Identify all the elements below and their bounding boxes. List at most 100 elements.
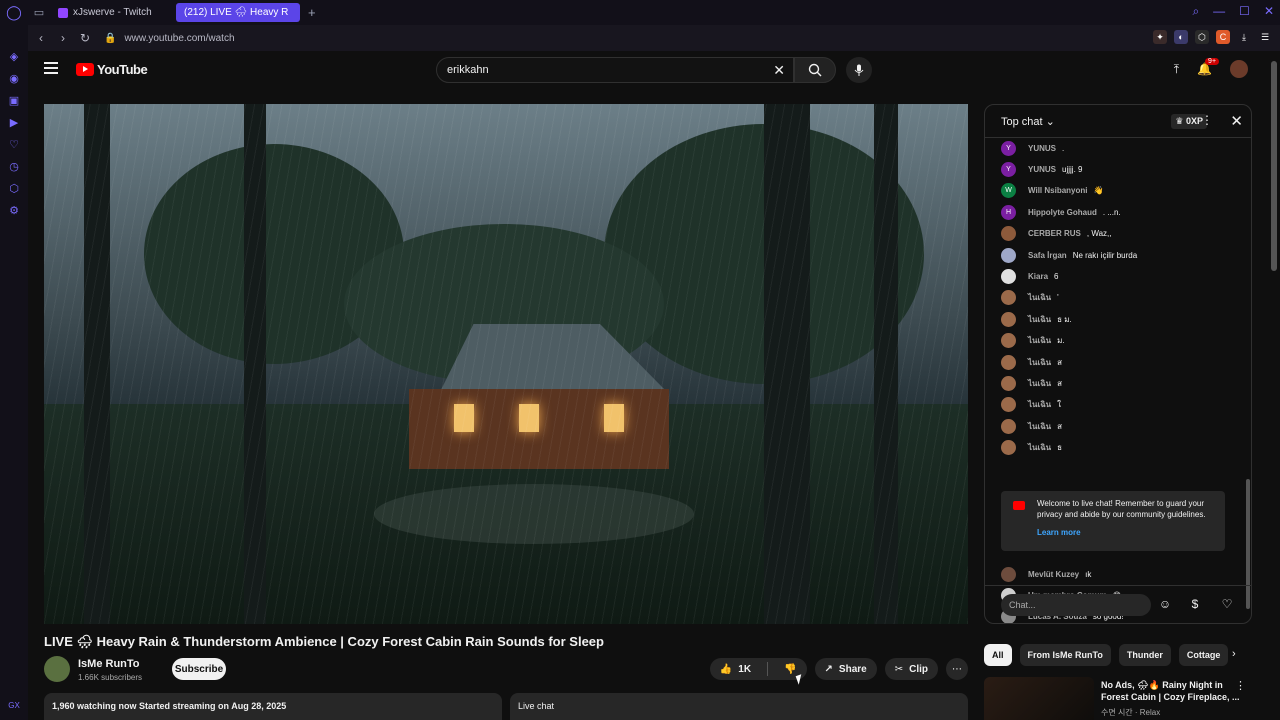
chat-message[interactable]: ไนเฉิน ส — [1001, 375, 1062, 391]
chat-author-name[interactable]: ไนเฉิน — [1028, 398, 1051, 411]
chat-author-name[interactable]: ไนเฉิน — [1028, 420, 1051, 433]
chat-author-name[interactable]: ไนเฉิน — [1028, 291, 1051, 304]
twitch-icon[interactable]: ▣ — [8, 95, 20, 107]
account-avatar[interactable] — [1230, 60, 1248, 78]
messenger-icon[interactable]: ◉ — [8, 73, 20, 85]
youtube-logo[interactable]: YouTube — [76, 62, 148, 77]
tab-youtube[interactable]: (212) LIVE 🌧 Heavy R — [28, 3, 300, 61]
chat-input[interactable]: Chat... — [1001, 594, 1151, 616]
learn-more-link[interactable]: Learn more — [1037, 527, 1217, 538]
chat-author-name[interactable]: YUNUS — [1028, 144, 1056, 153]
chat-author-avatar[interactable]: W — [1001, 183, 1016, 199]
chat-author-name[interactable]: ไนเฉิน — [1028, 334, 1051, 347]
chat-author-name[interactable]: Kiara — [1028, 272, 1048, 281]
chat-author-avatar[interactable] — [1001, 440, 1016, 456]
chat-message[interactable]: ไนเฉิน ส — [1001, 418, 1062, 434]
chat-message[interactable]: ไนเฉิน ธ — [1001, 440, 1062, 456]
reload-icon[interactable]: ↻ — [76, 31, 94, 45]
chat-message[interactable]: ไนเฉิน ส — [1001, 354, 1062, 370]
discord-icon[interactable]: ◐ — [1174, 30, 1188, 44]
chat-author-name[interactable]: ไนเฉิน — [1028, 441, 1051, 454]
recommended-title[interactable]: No Ads, 🌧🔥 Rainy Night in Forest Cabin |… — [1101, 679, 1241, 703]
forward-icon[interactable]: › — [54, 31, 72, 45]
channel-avatar[interactable] — [44, 656, 70, 682]
extensions-icon[interactable]: ⬡ — [8, 183, 20, 195]
page-scrollbar[interactable] — [1268, 51, 1280, 720]
recommended-video[interactable]: No Ads, 🌧🔥 Rainy Night in Forest Cabin |… — [984, 677, 1252, 720]
heart-icon[interactable]: ♡ — [1219, 597, 1235, 613]
chat-author-avatar[interactable] — [1001, 268, 1016, 284]
chat-message[interactable]: ไนเฉิน ธ ม. — [1001, 311, 1072, 327]
chat-message[interactable]: Safa İrgan Ne rakı içilir burda — [1001, 247, 1137, 263]
chevron-right-icon[interactable]: › — [1232, 648, 1236, 660]
minimize-icon[interactable]: — — [1213, 4, 1225, 19]
share-button[interactable]: ↗ Share — [814, 658, 877, 680]
more-actions-button[interactable]: ⋯ — [946, 658, 968, 680]
settings-icon[interactable]: ⚙ — [8, 205, 20, 217]
chat-message[interactable]: Kiara 6 — [1001, 268, 1058, 284]
player-icon[interactable]: ▶ — [8, 117, 20, 129]
chat-message[interactable]: Mevlüt Kuzey ık — [1001, 566, 1091, 582]
voice-search-button[interactable] — [846, 57, 872, 83]
search-input[interactable]: erikkahn ✕ — [436, 57, 794, 83]
chat-message[interactable]: ไนเฉิน ใ — [1001, 397, 1061, 413]
page-scrollbar-thumb[interactable] — [1271, 61, 1277, 271]
search-tabs-icon[interactable]: ⌕ — [1192, 4, 1199, 19]
video-player[interactable] — [44, 104, 968, 624]
chat-author-avatar[interactable] — [1001, 418, 1016, 434]
clip-button[interactable]: ✂ Clip — [884, 658, 938, 680]
chat-author-avatar[interactable] — [1001, 397, 1016, 413]
chat-author-avatar[interactable]: H — [1001, 204, 1016, 220]
url-field[interactable]: 🔒 www.youtube.com/watch — [104, 33, 235, 44]
chat-author-name[interactable]: Will Nsibanyoni — [1028, 186, 1088, 195]
chat-author-name[interactable]: YUNUS — [1028, 165, 1056, 174]
recommended-more-icon[interactable]: ⋮ — [1235, 679, 1246, 692]
close-window-icon[interactable]: ✕ — [1264, 4, 1274, 19]
chip-all[interactable]: All — [984, 644, 1012, 666]
chat-message[interactable]: Y YUNUS ujjjj. 9 — [1001, 161, 1082, 177]
chat-author-avatar[interactable]: Y — [1001, 140, 1016, 156]
chat-author-avatar[interactable] — [1001, 311, 1016, 327]
tab-twitch[interactable]: xJswerve - Twitch — [50, 3, 172, 22]
chat-message[interactable]: ไนเฉิน ม. — [1001, 333, 1065, 349]
top-chat-dropdown[interactable]: Top chat ⌄ — [1001, 115, 1055, 128]
chat-author-name[interactable]: CERBER RUS — [1028, 229, 1081, 238]
gx-control-icon[interactable]: ◈ — [8, 51, 20, 63]
chat-author-name[interactable]: ไนเฉิน — [1028, 313, 1051, 326]
chat-more-icon[interactable]: ⋮ — [1201, 113, 1213, 127]
chat-message[interactable]: CERBER RUS , Waz,, — [1001, 226, 1112, 242]
chat-message[interactable]: ไนเฉิน ' — [1001, 290, 1059, 306]
chat-author-name[interactable]: Hippolyte Gohaud — [1028, 208, 1097, 217]
chip-cottage[interactable]: Cottage — [1178, 644, 1229, 666]
close-chat-icon[interactable]: ✕ — [1230, 112, 1243, 130]
chat-author-avatar[interactable] — [1001, 247, 1016, 263]
puzzle-icon[interactable]: ⬡ — [1195, 30, 1209, 44]
search-button[interactable] — [794, 57, 836, 83]
workspaces-icon[interactable]: ▭ — [28, 6, 50, 19]
chat-author-avatar[interactable] — [1001, 290, 1016, 306]
channel-name[interactable]: IsMe RunTo — [78, 658, 140, 670]
chat-author-name[interactable]: ไนเฉิน — [1028, 356, 1051, 369]
chat-author-avatar[interactable] — [1001, 333, 1016, 349]
new-tab-button[interactable]: + — [308, 5, 316, 20]
bookmarks-icon[interactable]: ♡ — [8, 139, 20, 151]
upload-icon[interactable]: ⤒ — [1174, 62, 1179, 77]
chat-message[interactable]: Y YUNUS. — [1001, 140, 1064, 156]
chip-from-channel[interactable]: From IsMe RunTo — [1019, 644, 1111, 666]
emoji-icon[interactable]: ☺ — [1157, 597, 1173, 613]
chat-message[interactable]: W Will Nsibanyoni 👋 — [1001, 183, 1103, 199]
history-icon[interactable]: ◷ — [8, 161, 20, 173]
easy-setup-icon[interactable]: ☰ — [1258, 30, 1272, 44]
profile-icon[interactable]: C — [1216, 30, 1230, 44]
chat-author-avatar[interactable] — [1001, 226, 1016, 242]
super-chat-icon[interactable]: $ — [1187, 597, 1203, 613]
clear-search-icon[interactable]: ✕ — [773, 62, 785, 79]
chat-author-avatar[interactable] — [1001, 354, 1016, 370]
chat-author-name[interactable]: Mevlüt Kuzey — [1028, 570, 1079, 579]
notifications-button[interactable]: 🔔 9+ — [1197, 58, 1220, 76]
maximize-icon[interactable]: ☐ — [1239, 4, 1250, 19]
live-chat-toggle[interactable]: Live chat — [510, 693, 968, 720]
download-icon[interactable]: ⤓ — [1237, 30, 1251, 44]
menu-icon[interactable] — [44, 62, 58, 74]
chip-thunder[interactable]: Thunder — [1118, 644, 1171, 666]
